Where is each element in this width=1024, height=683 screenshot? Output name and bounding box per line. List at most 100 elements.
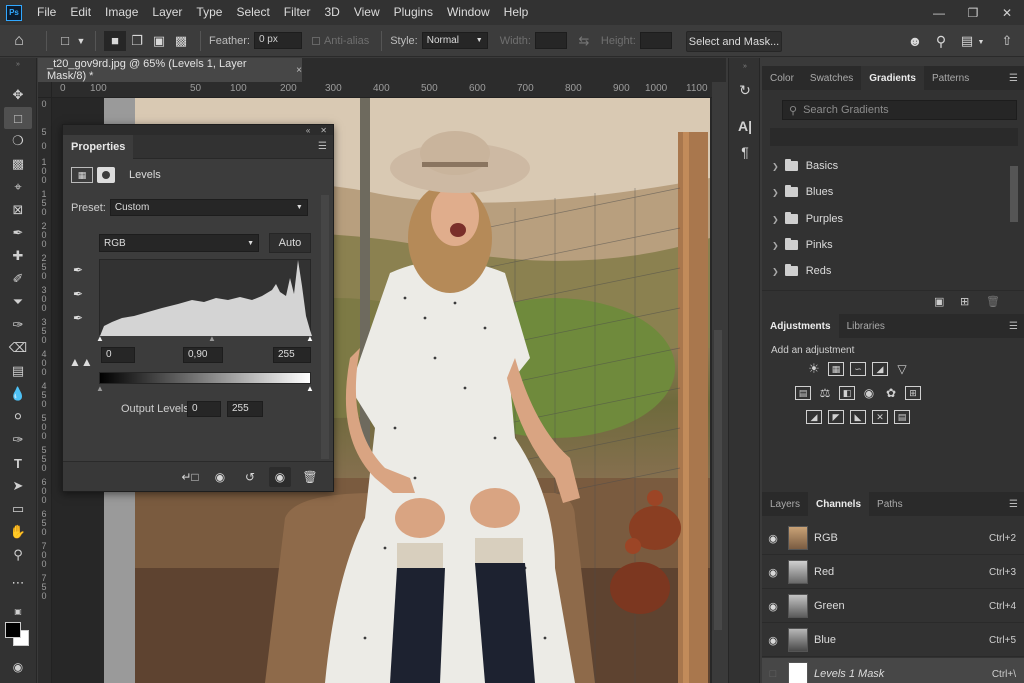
hue-saturation-icon[interactable]: ▤ [795,386,811,400]
intersect-selection-icon[interactable]: ▩ [170,33,192,49]
eraser-tool-icon[interactable]: ⌫ [4,337,32,359]
tab-libraries[interactable]: Libraries [839,314,893,338]
chevron-right-icon[interactable]: ❯ [772,267,779,276]
tab-paths[interactable]: Paths [869,492,911,516]
levels-icon[interactable]: ▦ [828,362,844,376]
toggle-visibility-icon[interactable]: ◉ [269,466,291,487]
chevron-right-icon[interactable]: ❯ [772,188,779,197]
collapse-panel-icon[interactable]: « [306,126,310,135]
eyedropper-tool-icon[interactable]: ✒ [4,222,32,244]
ruler-origin[interactable] [38,82,52,98]
menu-filter[interactable]: Filter [277,0,318,25]
channel-row-mask[interactable]: □ Levels 1 Mask Ctrl+\ [762,658,1024,683]
tab-properties[interactable]: Properties [63,134,134,159]
default-colors-icon[interactable]: ▣ [4,600,32,622]
gradient-map-icon[interactable]: ▤ [894,410,910,424]
dodge-tool-icon[interactable]: ⚪ [4,406,32,428]
levels-histogram[interactable] [99,259,312,336]
input-white-slider[interactable]: ▲ [306,334,314,343]
color-lookup-icon[interactable]: ⊞ [905,386,921,400]
output-white-slider[interactable]: ▲ [306,384,314,393]
menu-view[interactable]: View [347,0,387,25]
tab-color[interactable]: Color [762,66,802,90]
menu-help[interactable]: Help [497,0,536,25]
chevron-right-icon[interactable]: ❯ [772,215,779,224]
canvas-vertical-scrollbar[interactable] [714,330,722,630]
antialias-checkbox[interactable] [311,36,320,45]
swap-dimensions-icon[interactable]: ⇆ [567,33,601,49]
horizontal-ruler[interactable]: 0 100 50 100 200 300 400 500 600 700 800… [52,82,712,98]
width-input[interactable] [534,32,567,49]
gradient-folder-basics[interactable]: ❯ Basics [772,155,838,177]
more-tools-icon[interactable]: ⋯ [4,572,32,594]
eye-icon[interactable]: ◉ [762,532,784,545]
panel-menu-icon[interactable]: ☰ [318,141,327,152]
path-select-tool-icon[interactable]: ➤ [4,475,32,497]
menu-type[interactable]: Type [189,0,229,25]
channel-select[interactable]: RGB ▼ [99,234,259,252]
visibility-toggle[interactable]: □ [762,668,784,680]
view-previous-state-icon[interactable]: ◉ [209,467,231,487]
new-selection-icon[interactable]: ■ [104,30,126,51]
gray-point-eyedropper-icon[interactable]: ✒ [73,287,83,301]
chevron-right-icon[interactable]: ❯ [772,162,779,171]
history-brush-tool-icon[interactable]: ✑ [4,314,32,336]
color-balance-icon[interactable]: ⚖ [817,386,833,400]
reset-icon[interactable]: ↺ [239,467,261,487]
menu-plugins[interactable]: Plugins [387,0,440,25]
feather-input[interactable]: 0 px [253,32,302,49]
eye-icon[interactable]: ◉ [762,600,784,613]
chevron-down-icon[interactable]: ▼ [75,36,87,46]
brush-tool-icon[interactable]: ✐ [4,268,32,290]
marquee-tool-icon[interactable]: □ [4,107,32,129]
minimize-icon[interactable]: — [922,0,956,25]
rectangle-tool-icon[interactable]: ▭ [4,498,32,520]
curves-icon[interactable]: ∽ [850,362,866,376]
channel-row-green[interactable]: ◉ Green Ctrl+4 [762,590,1024,623]
eye-icon[interactable]: ◉ [762,566,784,579]
home-icon[interactable]: ⌂ [0,32,38,50]
levels-adjustment-icon[interactable]: ▦ [71,167,93,183]
blur-tool-icon[interactable]: 💧 [4,383,32,405]
collapse-dock-icon[interactable]: » [733,62,757,70]
foreground-color-swatch[interactable] [5,622,21,638]
auto-button[interactable]: Auto [269,233,311,253]
output-black-slider[interactable]: ▲ [96,384,104,393]
history-panel-icon[interactable]: ↻ [733,78,757,102]
black-point-eyedropper-icon[interactable]: ✒ [73,263,83,277]
channel-row-blue[interactable]: ◉ Blue Ctrl+5 [762,624,1024,657]
input-white-field[interactable]: 255 [273,347,311,363]
tab-swatches[interactable]: Swatches [802,66,861,90]
pen-tool-icon[interactable]: ✑ [4,429,32,451]
properties-scrollbar[interactable] [321,195,329,459]
close-document-icon[interactable]: × [296,65,302,76]
brightness-contrast-icon[interactable]: ☀ [806,361,822,376]
properties-titlebar[interactable]: « ✕ [63,125,333,135]
crop-tool-icon[interactable]: ⌖ [4,176,32,198]
hand-tool-icon[interactable]: ✋ [4,521,32,543]
black-white-icon[interactable]: ◧ [839,386,855,400]
new-group-folder-icon[interactable]: ▣ [934,295,944,308]
type-tool-icon[interactable]: T [4,452,32,474]
clip-to-layer-icon[interactable]: ↵□ [179,467,201,487]
tab-channels[interactable]: Channels [808,492,870,516]
character-panel-icon[interactable]: A| [733,114,757,138]
object-select-tool-icon[interactable]: ▩ [4,153,32,175]
panel-menu-icon[interactable]: ☰ [1009,321,1018,332]
subtract-selection-icon[interactable]: ▣ [148,33,170,49]
menu-file[interactable]: File [30,0,63,25]
threshold-icon[interactable]: ◣ [850,410,866,424]
delete-icon[interactable]: 🗑 [986,295,1000,308]
channel-row-rgb[interactable]: ◉ RGB Ctrl+2 [762,522,1024,555]
frame-tool-icon[interactable]: ⊠ [4,199,32,221]
close-panel-icon[interactable]: ✕ [320,126,327,135]
output-white-field[interactable]: 255 [227,401,263,417]
selective-color-icon[interactable]: ✕ [872,410,888,424]
input-black-field[interactable]: 0 [101,347,135,363]
select-and-mask-button[interactable]: Select and Mask... [686,31,782,52]
posterize-icon[interactable]: ◤ [828,410,844,424]
menu-edit[interactable]: Edit [63,0,98,25]
search-icon[interactable]: ⚲ [930,31,952,51]
gradient-folder-pinks[interactable]: ❯ Pinks [772,234,833,256]
clipping-warning-icon[interactable]: ▲▲ [69,355,93,369]
